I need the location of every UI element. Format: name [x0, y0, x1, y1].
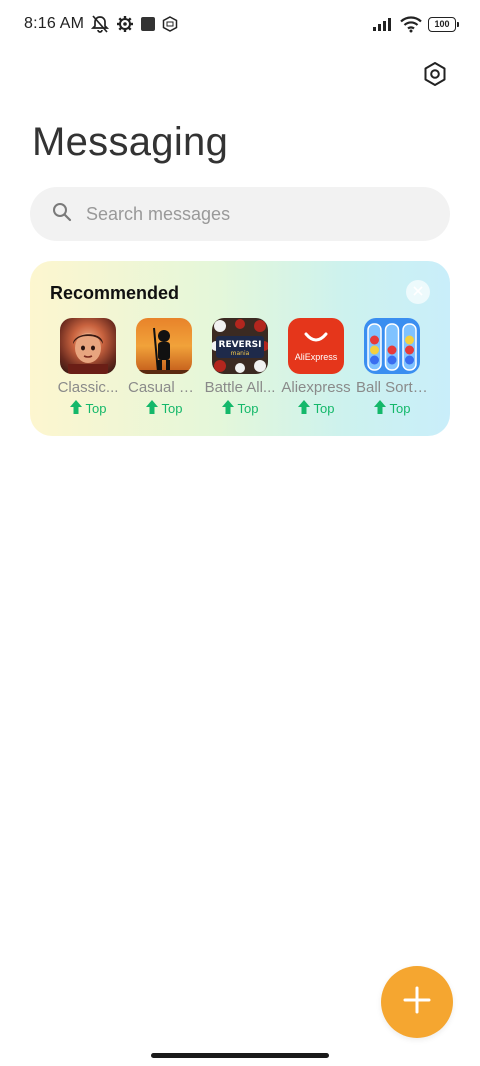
status-bar-right: 100 — [372, 15, 459, 33]
arrow-up-icon — [221, 400, 234, 417]
app-name: Classic... — [57, 379, 119, 396]
recommended-apps-row: Classic... Top Casual G... Top REVERSI m… — [50, 318, 440, 417]
top-badge-label: Top — [313, 401, 335, 416]
page-title: Messaging — [32, 120, 229, 164]
classic-game-app-icon — [60, 318, 116, 374]
reversi-subtitle-text: mania — [231, 350, 250, 357]
aliexpress-logo-text: AliExpress — [295, 352, 338, 362]
status-bar-left: 8:16 AM — [24, 14, 178, 34]
app-name: Casual G... — [128, 379, 200, 396]
arrow-up-icon — [373, 400, 386, 417]
search-icon — [52, 202, 72, 227]
plus-icon — [403, 986, 431, 1019]
signal-icon — [372, 16, 394, 32]
reversi-game-app-icon: REVERSI mania — [212, 318, 268, 374]
top-badge: Top — [145, 400, 183, 417]
top-badge-label: Top — [161, 401, 183, 416]
reversi-title-text: REVERSI — [219, 340, 262, 350]
square-icon — [140, 16, 156, 32]
recommended-close-button[interactable] — [406, 280, 430, 304]
close-icon — [413, 283, 423, 301]
settings-hexagon-icon — [422, 61, 448, 92]
status-time: 8:16 AM — [24, 15, 85, 32]
app-name: Ball Sort:... — [356, 379, 428, 396]
top-badge: Top — [221, 400, 259, 417]
recommended-app-item[interactable]: AliExpress Aliexpress Top — [278, 318, 354, 417]
settings-button[interactable] — [420, 61, 450, 91]
app-name: Battle All... — [204, 379, 276, 396]
casual-game-app-icon — [136, 318, 192, 374]
app-name: Aliexpress — [281, 379, 351, 396]
recommended-card: Recommended Classic... Top Casual G... T… — [30, 261, 450, 436]
arrow-up-icon — [297, 400, 310, 417]
top-badge-label: Top — [389, 401, 411, 416]
recommended-app-item[interactable]: REVERSI mania Battle All... Top — [202, 318, 278, 417]
arrow-up-icon — [145, 400, 158, 417]
wifi-icon — [400, 15, 422, 33]
recommended-app-item[interactable]: Classic... Top — [50, 318, 126, 417]
battery-icon: 100 — [428, 16, 459, 32]
search-bar[interactable] — [30, 187, 450, 241]
alarm-off-icon — [90, 14, 110, 34]
top-badge: Top — [373, 400, 411, 417]
top-badge-label: Top — [237, 401, 259, 416]
aliexpress-app-icon: AliExpress — [288, 318, 344, 374]
ball-sort-app-icon — [364, 318, 420, 374]
top-badge-label: Top — [85, 401, 107, 416]
recommended-app-item[interactable]: Ball Sort:... Top — [354, 318, 430, 417]
status-bar: 8:16 AM 100 — [0, 0, 480, 48]
settings-cog-icon — [116, 15, 134, 33]
top-badge: Top — [69, 400, 107, 417]
sim-icon — [162, 16, 178, 32]
top-badge: Top — [297, 400, 335, 417]
recommended-title: Recommended — [50, 283, 180, 303]
new-message-button[interactable] — [381, 966, 453, 1038]
recommended-app-item[interactable]: Casual G... Top — [126, 318, 202, 417]
home-indicator[interactable] — [151, 1053, 329, 1058]
search-input[interactable] — [84, 202, 418, 226]
arrow-up-icon — [69, 400, 82, 417]
